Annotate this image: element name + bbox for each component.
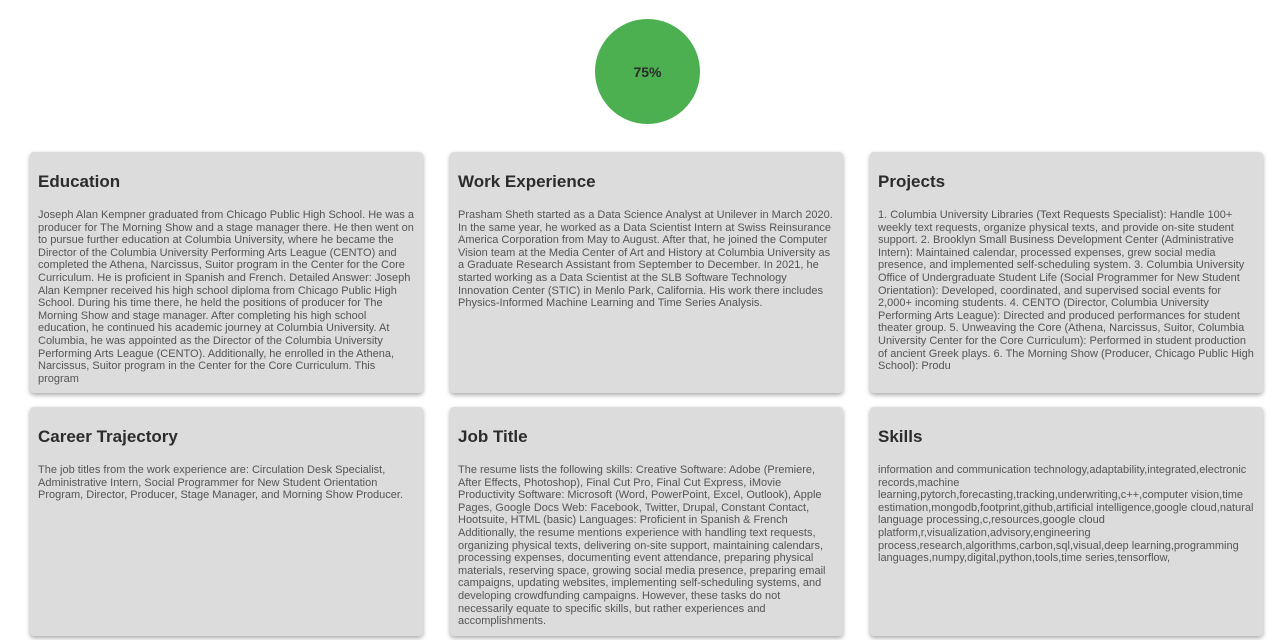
career-trajectory-title: Career Trajectory <box>38 427 178 446</box>
page: 75% Education Joseph Alan Kempner gradua… <box>0 0 1280 640</box>
job-title-title: Job Title <box>458 427 528 446</box>
cards-grid: Education Joseph Alan Kempner graduated … <box>30 152 1263 636</box>
projects-card: Projects 1. Columbia University Librarie… <box>870 152 1263 393</box>
job-title-text: The resume lists the following skills: C… <box>458 464 826 628</box>
education-title: Education <box>38 172 121 191</box>
work-experience-text: Prasham Sheth started as a Data Science … <box>458 209 833 310</box>
skills-title: Skills <box>878 427 923 446</box>
education-text: Joseph Alan Kempner graduated from Chica… <box>38 209 415 385</box>
progress-indicator: 75% <box>595 19 700 124</box>
work-experience-card: Work Experience Prasham Sheth started as… <box>450 152 843 393</box>
skills-text: information and communication technology… <box>878 464 1254 565</box>
career-trajectory-text: The job titles from the work experience … <box>38 464 404 502</box>
skills-card: Skills information and communication tec… <box>870 407 1263 636</box>
career-trajectory-card: Career Trajectory The job titles from th… <box>30 407 423 636</box>
job-title-card: Job Title The resume lists the following… <box>450 407 843 636</box>
projects-text: 1. Columbia University Libraries (Text R… <box>878 209 1254 373</box>
projects-title: Projects <box>878 172 946 191</box>
work-experience-title: Work Experience <box>458 172 596 191</box>
education-card: Education Joseph Alan Kempner graduated … <box>30 152 423 393</box>
progress-label: 75% <box>633 63 662 80</box>
